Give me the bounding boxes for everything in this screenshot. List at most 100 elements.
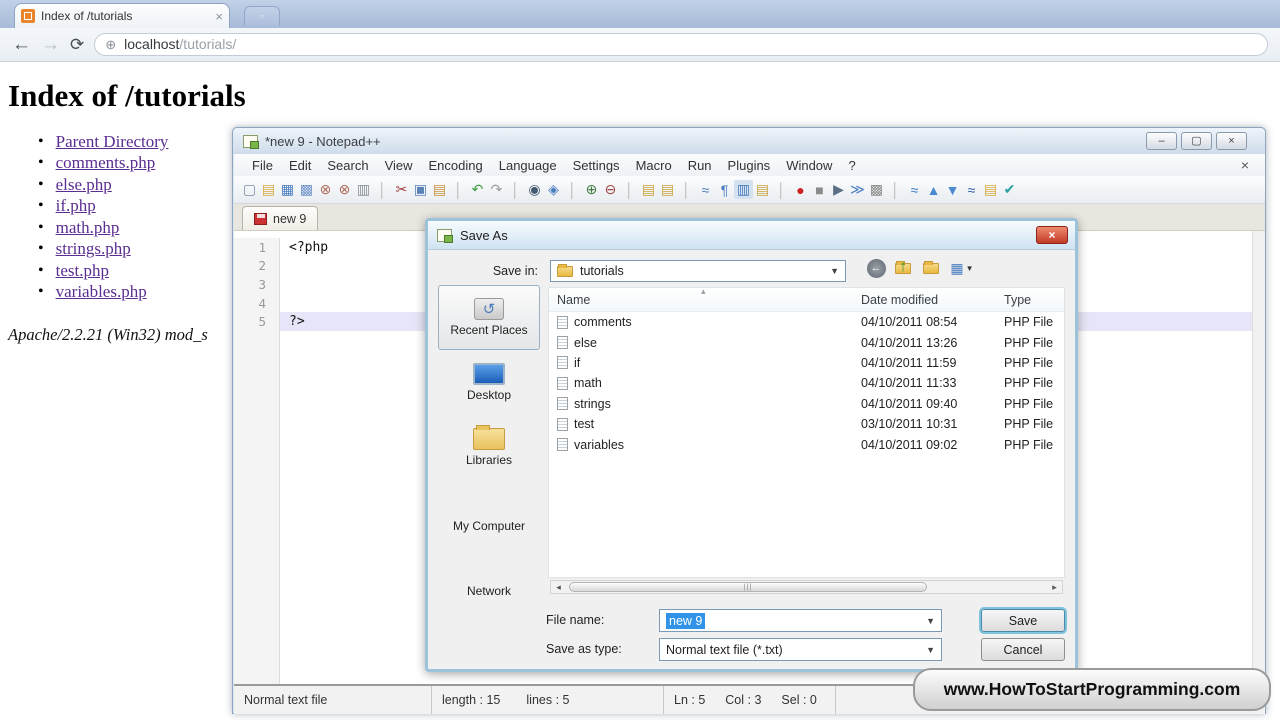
toolbar-icon[interactable]: ▤ — [658, 180, 677, 199]
scroll-right-icon[interactable]: ▸ — [1047, 582, 1062, 593]
close-window-button[interactable]: × — [1216, 132, 1247, 150]
table-row[interactable]: math 04/10/2011 11:33 PHP File — [549, 373, 1064, 393]
toolbar-icon[interactable]: ⊗ — [335, 180, 354, 199]
toolbar-icon[interactable]: ▩ — [867, 180, 886, 199]
toolbar-icon[interactable]: │ — [886, 180, 905, 199]
view-menu-button[interactable]: ▦ ▼ — [947, 257, 977, 279]
new-tab-button[interactable]: ◦ — [244, 6, 280, 26]
toolbar-icon[interactable]: ≫ — [848, 180, 867, 199]
toolbar-icon[interactable]: │ — [506, 180, 525, 199]
sidebar-place-item[interactable]: My Computer — [438, 480, 540, 545]
dialog-close-button[interactable]: × — [1036, 226, 1068, 244]
toolbar-icon[interactable]: ◉ — [525, 180, 544, 199]
directory-link[interactable]: comments.php — [56, 153, 156, 173]
back-button[interactable]: ← — [12, 35, 31, 54]
menu-item[interactable]: Window — [778, 158, 840, 173]
browser-tab[interactable]: Index of /tutorials × — [14, 3, 230, 28]
toolbar-icon[interactable]: ▼ — [943, 180, 962, 199]
table-row[interactable]: test 03/10/2011 10:31 PHP File — [549, 414, 1064, 434]
table-row[interactable]: strings 04/10/2011 09:40 PHP File — [549, 394, 1064, 414]
menu-item[interactable]: Language — [491, 158, 565, 173]
menu-item[interactable]: Run — [680, 158, 720, 173]
directory-link[interactable]: test.php — [56, 261, 109, 281]
column-header-date[interactable]: Date modified — [861, 293, 1004, 307]
toolbar-icon[interactable]: ▢ — [240, 180, 259, 199]
minimize-button[interactable]: – — [1146, 132, 1177, 150]
toolbar-icon[interactable]: │ — [677, 180, 696, 199]
save-in-dropdown[interactable]: tutorials ▼ — [550, 260, 846, 282]
toolbar-icon[interactable]: ≈ — [696, 180, 715, 199]
table-row[interactable]: else 04/10/2011 13:26 PHP File — [549, 332, 1064, 352]
menu-item[interactable]: File — [244, 158, 281, 173]
toolbar-icon[interactable]: ⊗ — [316, 180, 335, 199]
table-row[interactable]: if 04/10/2011 11:59 PHP File — [549, 353, 1064, 373]
address-bar[interactable]: ⊕ localhost/tutorials/ — [94, 33, 1268, 56]
toolbar-icon[interactable]: ▣ — [411, 180, 430, 199]
menu-item[interactable]: Edit — [281, 158, 319, 173]
document-tab[interactable]: new 9 — [242, 206, 319, 230]
sidebar-place-item[interactable]: Network — [438, 545, 540, 610]
toolbar-icon[interactable]: ▤ — [753, 180, 772, 199]
directory-link[interactable]: variables.php — [56, 282, 147, 302]
toolbar-icon[interactable]: ▥ — [734, 180, 753, 199]
toolbar-icon[interactable]: ▤ — [981, 180, 1000, 199]
save-button[interactable]: Save — [979, 607, 1067, 634]
toolbar-icon[interactable]: │ — [373, 180, 392, 199]
directory-link[interactable]: if.php — [56, 196, 96, 216]
toolbar-icon[interactable]: ▤ — [430, 180, 449, 199]
toolbar-icon[interactable]: ◈ — [544, 180, 563, 199]
toolbar-icon[interactable]: ▦ — [278, 180, 297, 199]
close-document-icon[interactable]: × — [1241, 157, 1255, 173]
directory-link[interactable]: math.php — [56, 218, 120, 238]
menu-item[interactable]: Plugins — [720, 158, 779, 173]
directory-link[interactable]: Parent Directory — [56, 132, 169, 152]
toolbar-icon[interactable]: ≈ — [962, 180, 981, 199]
directory-link[interactable]: strings.php — [56, 239, 131, 259]
reload-button[interactable]: ⟳ — [70, 36, 84, 53]
menu-item[interactable]: Encoding — [421, 158, 491, 173]
up-one-level-button[interactable]: ↑ — [892, 257, 914, 279]
toolbar-icon[interactable]: ■ — [810, 180, 829, 199]
toolbar-icon[interactable]: ▩ — [297, 180, 316, 199]
menu-item[interactable]: View — [377, 158, 421, 173]
toolbar-icon[interactable]: ● — [791, 180, 810, 199]
toolbar-icon[interactable]: ✂ — [392, 180, 411, 199]
toolbar-icon[interactable]: │ — [620, 180, 639, 199]
toolbar-icon[interactable]: ▤ — [259, 180, 278, 199]
sidebar-place-item[interactable]: Desktop — [438, 350, 540, 415]
toolbar-icon[interactable]: ⊕ — [582, 180, 601, 199]
file-list-horizontal-scrollbar[interactable]: ◂ ||| ▸ — [550, 580, 1063, 594]
sidebar-place-item[interactable]: ↺ Recent Places — [438, 285, 540, 350]
toolbar-icon[interactable]: ✔ — [1000, 180, 1019, 199]
toolbar-icon[interactable]: ▲ — [924, 180, 943, 199]
toolbar-icon[interactable]: ▤ — [639, 180, 658, 199]
cancel-button[interactable]: Cancel — [981, 638, 1065, 661]
column-header-type[interactable]: Type — [1004, 293, 1064, 307]
toolbar-icon[interactable]: │ — [563, 180, 582, 199]
maximize-button[interactable]: ▢ — [1181, 132, 1212, 150]
new-folder-button[interactable] — [920, 257, 942, 279]
table-row[interactable]: variables 04/10/2011 09:02 PHP File — [549, 434, 1064, 454]
notepad-titlebar[interactable]: *new 9 - Notepad++ — [233, 128, 1265, 154]
menu-item[interactable]: ? — [840, 158, 863, 173]
toolbar-icon[interactable]: ⊖ — [601, 180, 620, 199]
toolbar-icon[interactable]: │ — [772, 180, 791, 199]
menu-item[interactable]: Search — [319, 158, 376, 173]
tab-close-icon[interactable]: × — [215, 10, 223, 23]
menu-item[interactable]: Settings — [565, 158, 628, 173]
editor-vertical-scrollbar[interactable] — [1252, 231, 1265, 684]
menu-item[interactable]: Macro — [628, 158, 680, 173]
file-name-input[interactable]: new 9 ▼ — [659, 609, 942, 632]
back-nav-button[interactable]: ← — [865, 257, 887, 279]
toolbar-icon[interactable]: ▥ — [354, 180, 373, 199]
toolbar-icon[interactable]: ▶ — [829, 180, 848, 199]
toolbar-icon[interactable]: │ — [449, 180, 468, 199]
directory-link[interactable]: else.php — [56, 175, 112, 195]
toolbar-icon[interactable]: ≈ — [905, 180, 924, 199]
table-row[interactable]: comments 04/10/2011 08:54 PHP File — [549, 312, 1064, 332]
sidebar-place-item[interactable]: Libraries — [438, 415, 540, 480]
scroll-left-icon[interactable]: ◂ — [551, 582, 566, 593]
dialog-titlebar[interactable]: Save As — [428, 221, 1075, 250]
save-as-type-dropdown[interactable]: Normal text file (*.txt) ▼ — [659, 638, 942, 661]
toolbar-icon[interactable]: ↶ — [468, 180, 487, 199]
